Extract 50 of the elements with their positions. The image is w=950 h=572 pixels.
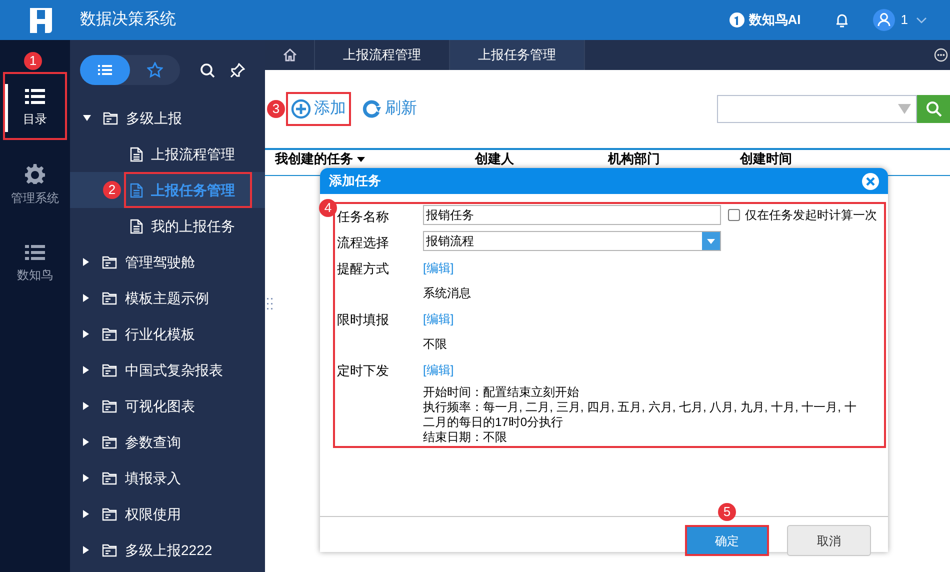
setting-text: 系统消息 bbox=[423, 286, 471, 301]
nav-rail-item[interactable]: 管理系统 bbox=[0, 150, 70, 218]
cancel-button[interactable]: 取消 bbox=[787, 525, 871, 556]
column-header[interactable]: 我创建的任务 bbox=[265, 151, 465, 167]
tree-item[interactable]: 多级上报 bbox=[70, 100, 265, 136]
tree-item[interactable]: 多级上报2222 bbox=[70, 532, 265, 568]
user-name[interactable]: 1 bbox=[900, 10, 908, 30]
setting-text: 不限 bbox=[423, 337, 448, 352]
ai-assistant-link[interactable]: 数知鸟AI bbox=[748, 10, 801, 30]
tab[interactable]: 上报任务管理 bbox=[450, 40, 585, 70]
step-number: 3 bbox=[267, 100, 285, 118]
step-number: 1 bbox=[24, 52, 42, 70]
field-label: 限时填报 bbox=[337, 311, 390, 329]
tree-item[interactable]: 参数查询 bbox=[70, 424, 265, 460]
column-header: 创建人 bbox=[474, 151, 515, 167]
field-label: 任务名称 bbox=[337, 208, 390, 226]
field-label: 提醒方式 bbox=[337, 260, 390, 278]
tree-item[interactable]: 我的上报任务 bbox=[70, 208, 265, 244]
tree-item[interactable]: 权限使用 bbox=[70, 496, 265, 532]
step-number: 5 bbox=[718, 503, 736, 521]
tree-item[interactable]: 上报流程管理 bbox=[70, 136, 265, 172]
setting-text: 开始时间：配置结束立刻开始 bbox=[423, 385, 580, 400]
setting-text: 二月的每日的17时0分执行 bbox=[423, 415, 564, 430]
tree-item[interactable]: 填报录入 bbox=[70, 460, 265, 496]
dialog-title: 添加任务 bbox=[329, 172, 381, 190]
setting-text: 执行频率：每一月, 二月, 三月, 四月, 五月, 六月, 七月, 八月, 九月, 十月, 十一月, 十 bbox=[423, 400, 856, 415]
field-label: 定时下发 bbox=[337, 362, 390, 380]
tree-item[interactable]: 2 上报任务管理 bbox=[70, 172, 265, 208]
nav-rail-item[interactable]: 数知鸟 bbox=[0, 228, 70, 296]
column-header: 创建时间 bbox=[738, 151, 793, 167]
text-field[interactable]: 报销任务 bbox=[423, 205, 721, 225]
refresh-button[interactable]: 刷新 bbox=[359, 92, 420, 126]
tree-item[interactable]: 管理驾驶舱 bbox=[70, 244, 265, 280]
edit-link[interactable]: [编辑] bbox=[423, 257, 454, 277]
step-number: 4 bbox=[319, 199, 337, 217]
edit-link[interactable]: [编辑] bbox=[423, 308, 454, 328]
tree-item[interactable]: 可视化图表 bbox=[70, 388, 265, 424]
setting-text: 结束日期：不限 bbox=[423, 430, 508, 445]
column-header: 机构部门 bbox=[606, 151, 661, 167]
edit-link[interactable]: [编辑] bbox=[423, 359, 454, 379]
app-title: 数据决策系统 bbox=[80, 10, 176, 30]
step-number: 2 bbox=[103, 181, 121, 199]
dropdown[interactable]: 报销流程 bbox=[423, 231, 721, 251]
tree-item[interactable]: 行业化模板 bbox=[70, 316, 265, 352]
field-label: 流程选择 bbox=[337, 234, 390, 252]
add-button[interactable]: 添加 bbox=[286, 92, 351, 126]
nav-rail-item[interactable]: 目录 bbox=[3, 72, 67, 140]
tree-item[interactable]: 中国式复杂报表 bbox=[70, 352, 265, 388]
tree-item[interactable]: 模板主题示例 bbox=[70, 280, 265, 316]
checkbox-label: 仅在任务发起时计算一次 bbox=[745, 207, 877, 224]
